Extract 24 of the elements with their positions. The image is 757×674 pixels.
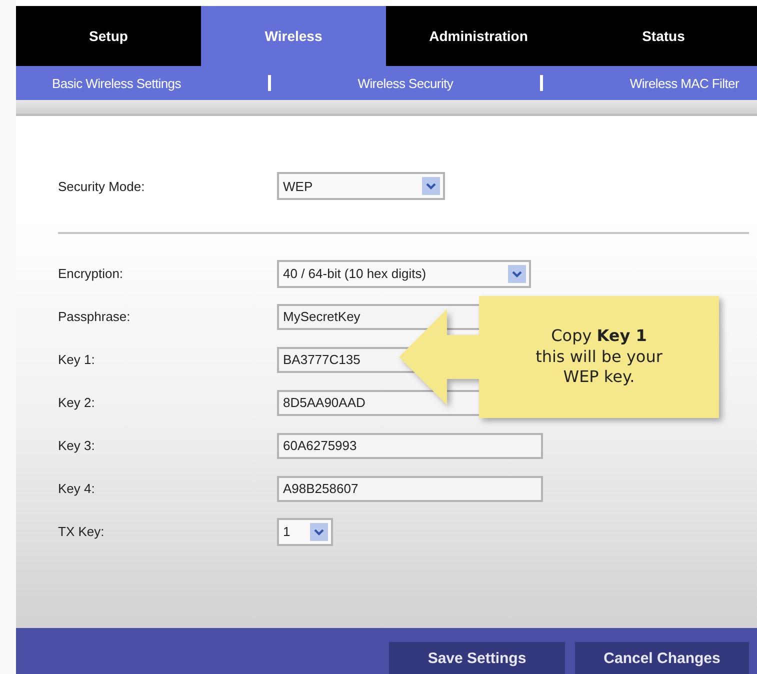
footer-button[interactable]: Cancel Changes: [575, 642, 749, 674]
input-field[interactable]: 60A6275993: [277, 432, 543, 458]
subnav-link[interactable]: Wireless MAC Filter: [630, 76, 739, 90]
field-label: TX Key:: [58, 524, 106, 539]
separator-icon: [540, 75, 543, 91]
field-label: Key 4:: [58, 481, 96, 496]
dropdown[interactable]: 1: [277, 518, 333, 546]
field-label: Key 1:: [58, 352, 96, 367]
field-label: Encryption:: [58, 266, 124, 281]
field-label: Key 2:: [58, 395, 96, 410]
caret-icon: [422, 177, 440, 195]
dropdown[interactable]: WEP: [277, 172, 445, 200]
caret-icon: [310, 522, 328, 540]
field-label: Key 3:: [58, 438, 96, 453]
dropdown[interactable]: 40 / 64-bit (10 hex digits): [277, 260, 531, 288]
nav-tab[interactable]: Wireless: [201, 6, 386, 66]
subnav-link[interactable]: Wireless Security: [358, 76, 454, 90]
separator-icon: [268, 75, 271, 91]
field-label: Security Mode:: [58, 178, 146, 194]
subnav-link[interactable]: Basic Wireless Settings: [52, 76, 181, 90]
caret-icon: [508, 264, 526, 282]
footer-button[interactable]: Save Settings: [389, 642, 565, 674]
input-field[interactable]: A98B258607: [277, 476, 543, 502]
field-label: Passphrase:: [58, 309, 132, 324]
